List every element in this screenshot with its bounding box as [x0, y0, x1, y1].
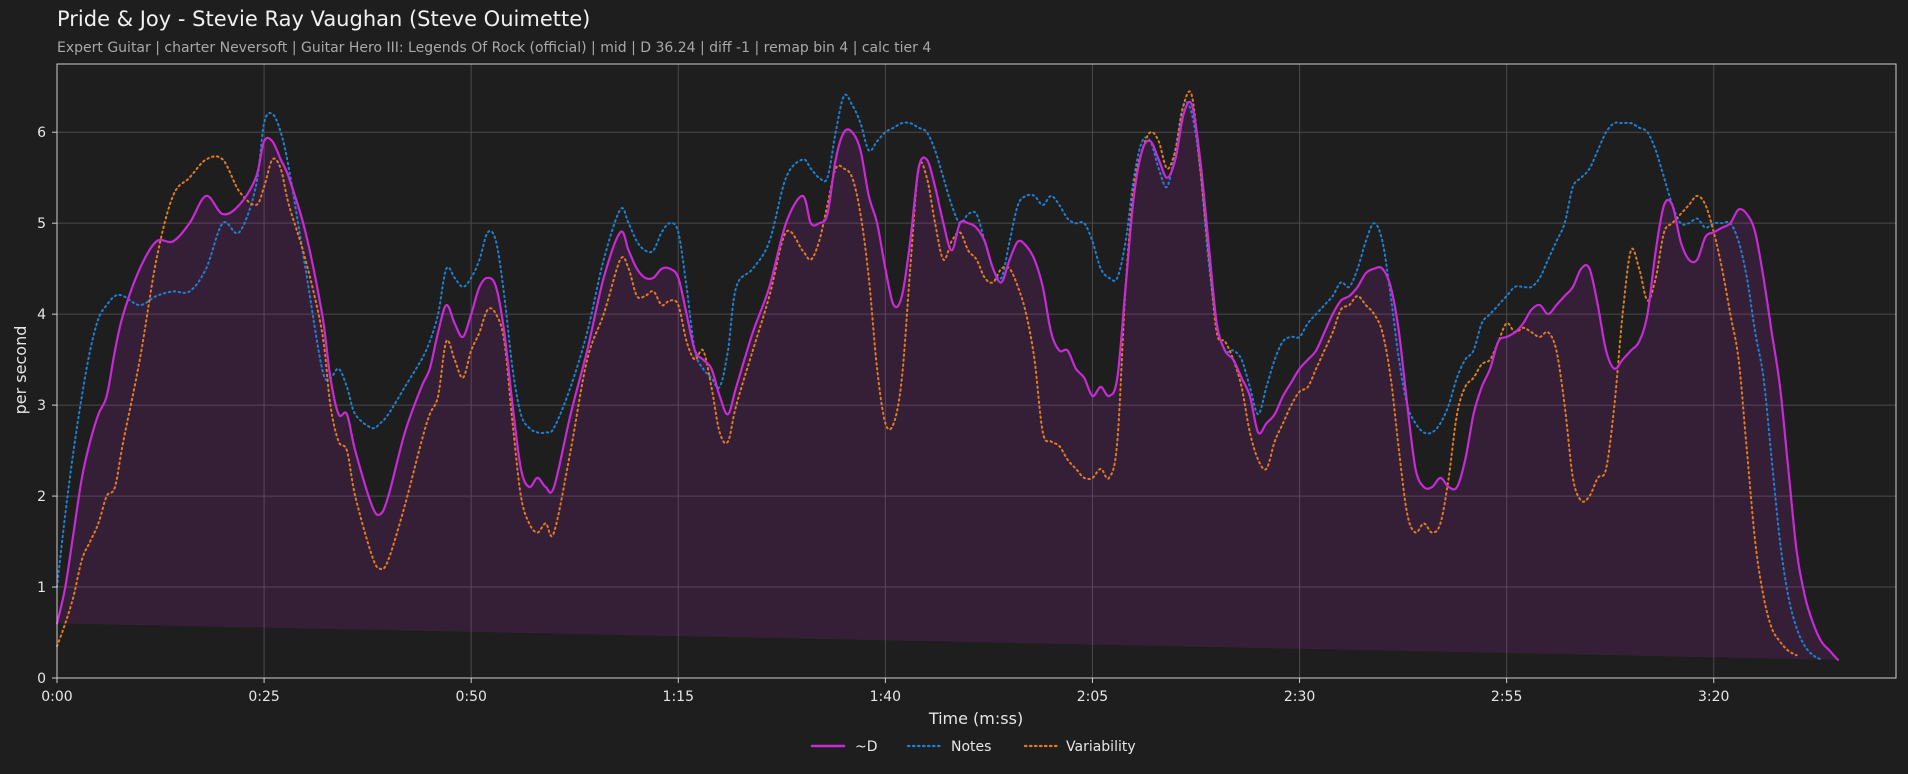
x-tick-label: 1:15 — [663, 689, 694, 705]
x-axis-label: Time (m:ss) — [928, 709, 1023, 728]
y-tick-label: 1 — [37, 580, 46, 596]
legend-label-d: ~D — [855, 739, 878, 755]
y-axis-label: per second — [11, 326, 30, 415]
area-fill-d — [57, 101, 1838, 660]
legend: ~D Notes Variability — [810, 739, 1136, 755]
y-tick-label: 6 — [37, 125, 46, 141]
y-tick-label: 0 — [37, 671, 46, 687]
x-tick-label: 2:30 — [1284, 689, 1315, 705]
area-fill — [57, 101, 1838, 660]
x-tick-label: 3:20 — [1698, 689, 1729, 705]
x-tick-label: 0:50 — [455, 689, 486, 705]
legend-label-variability: Variability — [1066, 739, 1136, 755]
legend-label-notes: Notes — [951, 739, 991, 755]
y-tick-label: 2 — [37, 489, 46, 505]
difficulty-chart: 0:00 0:25 0:50 1:15 1:40 2:05 2:30 2:55 3:20 0 1 2 3… — [11, 63, 1897, 755]
y-tick-label: 5 — [37, 216, 46, 232]
x-tick-label: 1:40 — [870, 689, 901, 705]
x-tick-label: 2:55 — [1491, 689, 1522, 705]
x-tick-label: 0:00 — [41, 689, 72, 705]
y-tick-label: 3 — [37, 398, 46, 414]
x-tick-label: 0:25 — [248, 689, 279, 705]
y-tick-label: 4 — [37, 307, 46, 323]
x-tick-label: 2:05 — [1077, 689, 1108, 705]
